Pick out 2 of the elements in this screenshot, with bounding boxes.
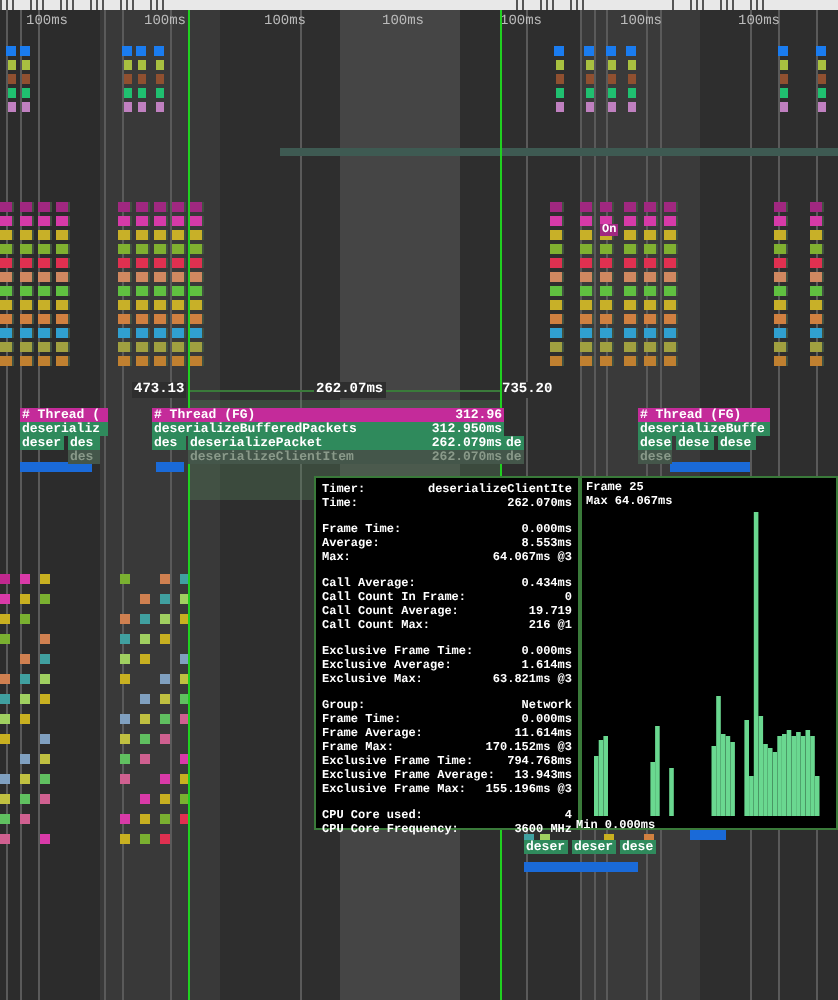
overview-strip-drawing[interactable] [0,0,838,10]
graph-bar [669,768,674,816]
